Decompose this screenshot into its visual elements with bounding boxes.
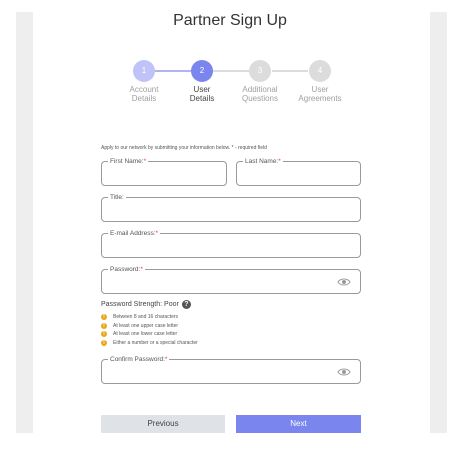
email-field[interactable]: E-mail Address:* [101,229,361,258]
help-icon[interactable]: ? [181,300,191,309]
form-intro: Apply to our network by submitting your … [101,145,267,151]
confirm-password-label: Confirm Password:* [108,355,170,364]
page-title: Partner Sign Up [173,12,287,29]
password-strength-label: Password Strength: Poor [101,301,179,308]
email-label: E-mail Address:* [108,229,161,238]
step-number: 2 [191,60,213,82]
progress-stepper: 1 Account Details 2 User Details 3 Additio… [0,60,460,110]
next-button[interactable]: Next [236,415,361,433]
step-user-details[interactable]: 2 User Details [172,60,232,103]
step-number: 1 [133,60,155,82]
step-number: 3 [249,60,271,82]
first-name-label: First Name:* [108,157,149,166]
password-rules: ! Between 8 and 16 characters ! At least… [101,313,198,347]
first-name-field[interactable]: First Name:* [101,157,227,186]
list-item: ! Either a number or a special character [101,339,198,348]
step-number: 4 [309,60,331,82]
title-field[interactable]: Title: [101,193,361,222]
list-item: ! Between 8 and 16 characters [101,313,198,322]
password-label: Password:* [108,265,145,274]
last-name-field[interactable]: Last Name:* [236,157,361,186]
eye-icon[interactable] [337,277,351,287]
list-item: ! At least one lower case letter [101,330,198,339]
last-name-label: Last Name:* [243,157,283,166]
confirm-password-field[interactable]: Confirm Password:* [101,355,361,384]
step-label: User Agreements [298,85,342,103]
step-additional-questions: 3 Additional Questions [230,60,290,103]
title-label: Title: [108,193,126,202]
step-label: User Details [189,85,215,103]
list-item: ! At least one upper case letter [101,322,198,331]
step-user-agreements: 4 User Agreements [290,60,350,103]
password-field[interactable]: Password:* [101,265,361,294]
warning-icon: ! [101,314,107,321]
previous-button[interactable]: Previous [101,415,225,433]
warning-icon: ! [101,339,107,346]
password-strength: Password Strength: Poor ? [101,300,191,309]
eye-icon[interactable] [337,367,351,377]
step-label: Additional Questions [241,85,279,103]
step-account-details[interactable]: 1 Account Details [114,60,174,103]
step-label: Account Details [129,85,159,103]
warning-icon: ! [101,331,107,338]
warning-icon: ! [101,322,107,329]
